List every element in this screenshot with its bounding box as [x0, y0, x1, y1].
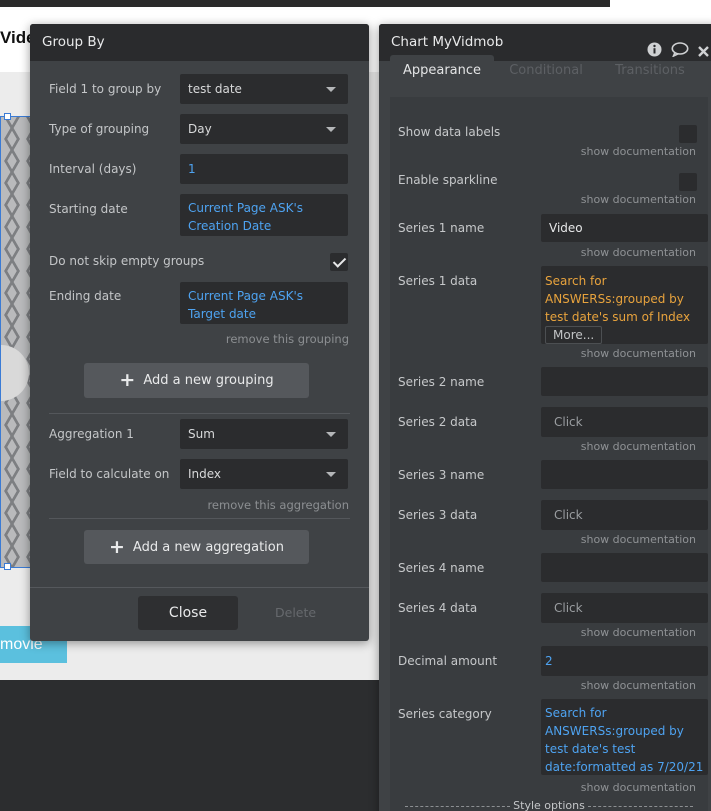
style-options-label: Style options	[513, 799, 585, 811]
series1-name-input[interactable]: Video	[541, 214, 708, 242]
series4-data-field[interactable]: Click	[541, 593, 708, 623]
aggregation-value: Sum	[188, 427, 215, 441]
show-documentation-link[interactable]: show documentation	[581, 533, 696, 546]
show-documentation-link[interactable]: show documentation	[581, 626, 696, 639]
series-category-label: Series category	[398, 707, 492, 721]
grouping-type-dropdown[interactable]: Day	[180, 114, 348, 144]
field1-label: Field 1 to group by	[49, 82, 162, 96]
series2-name-label: Series 2 name	[398, 375, 485, 389]
divider	[49, 518, 350, 519]
aggregation-dropdown[interactable]: Sum	[180, 419, 348, 449]
series3-data-placeholder: Click	[554, 508, 583, 522]
pattern-image-element[interactable]	[0, 116, 30, 568]
add-aggregation-button[interactable]: + Add a new aggregation	[84, 530, 309, 564]
series3-data-field[interactable]: Click	[541, 500, 708, 530]
series1-data-label: Series 1 data	[398, 274, 478, 288]
enable-sparkline-checkbox[interactable]	[679, 173, 697, 191]
circle-shape	[1, 345, 29, 401]
appearance-properties: Show data labels show documentation Enab…	[390, 97, 708, 811]
interval-label: Interval (days)	[49, 162, 137, 176]
series1-data-field[interactable]: Search for ANSWERSs:grouped by test date…	[541, 266, 708, 344]
show-data-labels-label: Show data labels	[398, 125, 501, 139]
series1-name-label: Series 1 name	[398, 221, 485, 235]
resize-handle[interactable]	[4, 563, 11, 570]
show-documentation-link[interactable]: show documentation	[581, 347, 696, 360]
grouping-type-label: Type of grouping	[49, 122, 150, 136]
resize-handle[interactable]	[4, 113, 11, 120]
tab-conditional[interactable]: Conditional	[494, 55, 598, 85]
skip-empty-label: Do not skip empty groups	[49, 254, 205, 268]
starting-date-label: Starting date	[49, 202, 128, 216]
delete-button[interactable]: Delete	[275, 605, 316, 620]
show-documentation-link[interactable]: show documentation	[581, 440, 696, 453]
decimal-amount-label: Decimal amount	[398, 654, 498, 668]
series4-name-input[interactable]	[541, 553, 708, 582]
canvas-top-bar	[0, 0, 610, 7]
chart-panel-title-text: Chart MyVidmob	[391, 34, 504, 50]
series1-data-expression: Search for ANSWERSs:grouped by test date…	[545, 274, 691, 324]
remove-grouping-link[interactable]: remove this grouping	[226, 332, 349, 346]
chevron-down-icon	[326, 472, 336, 477]
enable-sparkline-label: Enable sparkline	[398, 173, 498, 187]
skip-empty-checkbox[interactable]	[330, 253, 348, 271]
series2-data-label: Series 2 data	[398, 415, 478, 429]
divider	[49, 413, 350, 414]
series3-name-label: Series 3 name	[398, 468, 485, 482]
chart-property-panel: Chart MyVidmob Appearance Conditional Tr…	[379, 24, 711, 811]
chevron-down-icon	[326, 127, 336, 132]
tab-transitions[interactable]: Transitions	[598, 55, 702, 85]
calc-field-label: Field to calculate on	[49, 467, 170, 481]
chevron-down-icon	[326, 87, 336, 92]
tab-appearance[interactable]: Appearance	[390, 55, 494, 85]
style-options-separator: Style options	[398, 799, 700, 811]
plus-icon: +	[119, 369, 136, 391]
show-documentation-link[interactable]: show documentation	[581, 145, 696, 158]
series3-data-label: Series 3 data	[398, 508, 478, 522]
close-button[interactable]: Close	[138, 596, 238, 630]
series2-data-placeholder: Click	[554, 415, 583, 429]
show-documentation-link[interactable]: show documentation	[581, 781, 696, 794]
field1-dropdown[interactable]: test date	[180, 74, 348, 104]
show-documentation-link[interactable]: show documentation	[581, 679, 696, 692]
series4-name-label: Series 4 name	[398, 561, 485, 575]
plus-icon: +	[109, 536, 125, 558]
footer-divider	[30, 587, 369, 588]
group-by-panel: Group By Field 1 to group by test date T…	[30, 24, 369, 641]
interval-input[interactable]: 1	[180, 154, 348, 184]
series2-name-input[interactable]	[541, 367, 708, 396]
add-grouping-label: Add a new grouping	[143, 373, 274, 388]
show-data-labels-checkbox[interactable]	[679, 125, 697, 143]
series-category-field[interactable]: Search for ANSWERSs:grouped by test date…	[541, 699, 708, 775]
ending-date-label: Ending date	[49, 289, 122, 303]
more-button[interactable]: More...	[545, 326, 603, 344]
grouping-type-value: Day	[188, 122, 212, 136]
add-grouping-button[interactable]: + Add a new grouping	[84, 363, 309, 398]
add-aggregation-label: Add a new aggregation	[132, 540, 284, 555]
decimal-amount-input[interactable]: 2	[541, 646, 708, 676]
series4-data-placeholder: Click	[554, 601, 583, 615]
ending-date-field[interactable]: Current Page ASK's Target date	[180, 282, 348, 324]
series4-data-label: Series 4 data	[398, 601, 478, 615]
group-by-title: Group By	[30, 24, 369, 61]
series2-data-field[interactable]: Click	[541, 407, 708, 437]
starting-date-field[interactable]: Current Page ASK's Creation Date	[180, 194, 348, 236]
show-documentation-link[interactable]: show documentation	[581, 193, 696, 206]
show-documentation-link[interactable]: show documentation	[581, 246, 696, 259]
remove-aggregation-link[interactable]: remove this aggregation	[207, 498, 349, 512]
calc-field-dropdown[interactable]: Index	[180, 459, 348, 489]
page-title: Vide	[0, 28, 30, 47]
field1-value: test date	[188, 82, 242, 96]
series3-name-input[interactable]	[541, 460, 708, 489]
chevron-down-icon	[326, 432, 336, 437]
calc-field-value: Index	[188, 467, 222, 481]
aggregation-label: Aggregation 1	[49, 427, 134, 441]
